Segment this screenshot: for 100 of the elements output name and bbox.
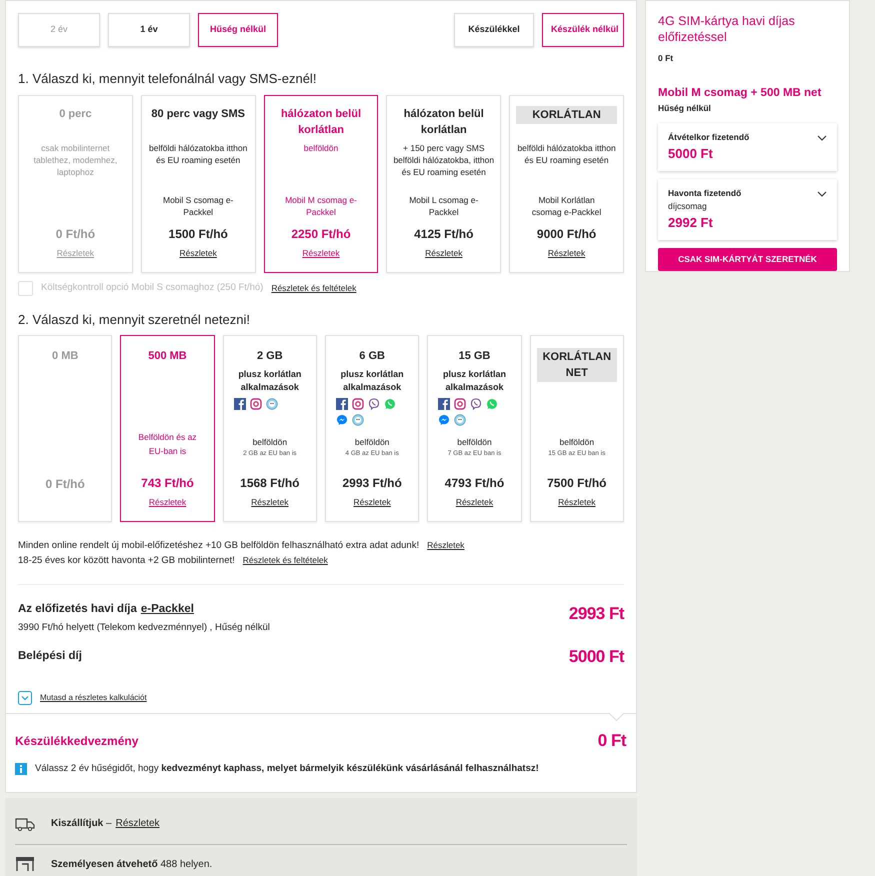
plan-region: Belföldön és az EU-ban is: [137, 431, 198, 458]
plan-description: + 150 perc vagy SMS belföldi hálózatokba, itthon és EU roaming esetén: [393, 142, 494, 180]
details-link[interactable]: Részletek: [558, 496, 596, 510]
details-link[interactable]: Részletek: [302, 246, 340, 260]
plan-title: 80 perc vagy SMS: [150, 106, 246, 122]
plan-package: Mobil Korlátlan csomag e-Packkel: [530, 194, 602, 218]
plan-subtitle: plusz korlátlan alkalmazások: [340, 368, 405, 394]
plan-title: 6 GB: [359, 349, 385, 364]
info-text: Válassz 2 év hűségidőt, hogy kedvezményt kaphass, melyet bármelyik készülékünk vásárlásánál felhasználhatsz!: [35, 762, 539, 776]
waze-icon: [454, 414, 466, 426]
contract-tab[interactable]: Hűség nélkül: [198, 13, 278, 47]
plan-price: 0 Ft/hó: [56, 226, 96, 243]
viber-icon: [470, 398, 482, 410]
details-link[interactable]: Részletek: [148, 496, 186, 510]
plan-title: 2 GB: [256, 349, 283, 364]
plan-subtitle: plusz korlátlan alkalmazások: [237, 368, 302, 394]
payment-sublabel: díjcsomag: [668, 200, 708, 213]
plan-region: belföldön: [558, 436, 596, 449]
sim-title: 4G SIM-kártya havi díjas előfizetéssel: [658, 13, 796, 45]
details-link[interactable]: Részletek: [116, 816, 160, 832]
instagram-icon: [454, 398, 466, 410]
plan-price: 743 Ft/hó: [141, 475, 194, 492]
e-pack-link[interactable]: e-Packkel: [140, 601, 194, 618]
messenger-icon: [438, 414, 450, 426]
chevron-down-icon[interactable]: [817, 191, 827, 198]
plan-title: hálózaton belül korlátlan: [280, 106, 362, 138]
contract-tab[interactable]: 1 év: [108, 13, 190, 47]
details-link[interactable]: Részletek: [427, 539, 464, 552]
plan-card[interactable]: hálózaton belül korlátlan belföldön Mobil M csomag e-Packkel 2250 Ft/hó Részletek: [264, 94, 378, 273]
plan-price: 4793 Ft/hó: [444, 475, 504, 492]
plan-price: 2250 Ft/hó: [291, 226, 351, 243]
section-heading: 2. Válaszd ki, mennyit szeretnél netezni!: [18, 312, 251, 328]
instagram-icon: [352, 398, 364, 410]
plan-title: Mobil M csomag + 500 MB net: [658, 86, 822, 101]
promo-text: 18-25 éves kor között havonta +2 GB mobilinternet!: [18, 554, 235, 568]
plan-card[interactable]: KORLÁTLAN belföldi hálózatokba itthon és EU roaming esetén Mobil Korlátlan csomag e-Packkel 9000 Ft/hó Részletek: [509, 94, 624, 273]
payment-card[interactable]: Havonta fizetendő díjcsomag 2992 Ft: [658, 179, 837, 240]
device-tab[interactable]: Készülékkel: [454, 13, 534, 47]
plan-package: Mobil L csomag e-Packkel: [408, 194, 480, 218]
details-link[interactable]: Részletek: [425, 246, 462, 260]
store-icon: [15, 857, 35, 872]
waze-icon: [352, 414, 364, 426]
promo-text: Minden online rendelt új mobil-előfizetéshez +10 GB belföldön felhasználható extra adat adunk!: [18, 538, 420, 553]
details-link[interactable]: Részletek: [456, 496, 494, 510]
plan-region: belföldön: [354, 436, 390, 449]
details-link[interactable]: Részletek: [548, 246, 586, 260]
plan-title: 500 MB: [148, 349, 187, 364]
plan-title: 15 GB: [458, 349, 490, 364]
delivery-text: Személyesen átvehető 488 helyen.: [51, 858, 212, 872]
plan-price: 0 Ft/hó: [46, 476, 85, 494]
data-plan-card[interactable]: 500 MB Belföldön és az EU-ban is 743 Ft/hó Részletek: [120, 335, 215, 522]
details-link[interactable]: Részletek: [180, 246, 217, 260]
plan-package: Mobil S csomag e-Packkel: [162, 194, 234, 218]
plan-description: belföldön: [304, 142, 338, 156]
facebook-icon: [234, 398, 246, 410]
plan-price: 2993 Ft/hó: [342, 475, 402, 492]
details-link[interactable]: Részletek: [353, 496, 391, 510]
discount-title: Készülékkedvezmény: [15, 732, 138, 750]
price-note: 3990 Ft/hó helyett (Telekom kedvezménnyel) , Hűség nélkül: [18, 621, 270, 636]
discount-amount: 0 Ft: [598, 730, 626, 752]
info-icon: [15, 762, 27, 775]
payment-amount: 5000 Ft: [668, 144, 714, 163]
details-link[interactable]: Részletek: [251, 496, 288, 510]
plan-card[interactable]: 80 perc vagy SMS belföldi hálózatokba itthon és EU roaming esetén Mobil S csomag e-Packkel 1500 Ft/hó Részletek: [140, 94, 256, 273]
section-heading: 1. Válaszd ki, mennyit telefonálnál vagy SMS-eznél!: [18, 71, 318, 87]
plan-title: 0 perc: [58, 106, 93, 122]
device-tab[interactable]: Készülék nélkül: [542, 13, 624, 47]
plan-title: KORLÁTLAN NET: [536, 348, 617, 382]
plan-subtitle: plusz korlátlan alkalmazások: [442, 368, 507, 394]
plan-price: 4125 Ft/hó: [414, 226, 474, 243]
facebook-icon: [438, 398, 450, 410]
whatsapp-icon: [384, 398, 396, 410]
sim-only-button[interactable]: CSAK SIM-KÁRTYÁT SZERETNÉK: [658, 248, 837, 272]
monthly-price: 2993 Ft: [568, 603, 624, 626]
plan-title: 0 MB: [52, 349, 78, 364]
calculation-link[interactable]: Mutasd a részletes kalkulációt: [40, 692, 147, 704]
payment-label: Átvételkor fizetendő: [668, 131, 750, 144]
plan-price: 1500 Ft/hó: [168, 226, 228, 243]
plan-region: belföldön: [252, 436, 288, 449]
chevron-down-icon[interactable]: [817, 135, 827, 141]
whatsapp-icon: [486, 398, 498, 410]
plan-description: belföldi hálózatokba itthon és EU roaming esetén: [516, 142, 617, 168]
price-label: Az előfizetés havi díja: [18, 602, 137, 618]
plan-note: Hűség nélkül: [658, 102, 712, 115]
facebook-icon: [336, 398, 348, 410]
plan-title: KORLÁTLAN: [516, 106, 617, 124]
waze-icon: [266, 398, 278, 410]
plan-card[interactable]: hálózaton belül korlátlan + 150 perc vagy SMS belföldi hálózatokba, itthon és EU roaming esetén Mobil L csomag e-Packkel 4125 Ft/hó Részletek: [386, 94, 502, 273]
entry-price: 5000 Ft: [568, 646, 624, 668]
plan-price: 9000 Ft/hó: [536, 226, 596, 243]
plan-region: belföldön: [456, 436, 493, 449]
plan-description: belföldi hálózatokba itthon és EU roaming esetén: [148, 142, 248, 168]
plan-description: csak mobilinternet tablethez, modemhez, laptophoz: [32, 142, 118, 180]
details-link[interactable]: Részletek és feltételek: [242, 554, 328, 568]
price-label: Belépési díj: [18, 648, 82, 664]
instagram-icon: [250, 398, 262, 410]
sim-price: 0 Ft: [658, 52, 674, 65]
payment-card[interactable]: Átvételkor fizetendő 5000 Ft: [658, 123, 837, 172]
option-label: Költségkontroll opció Mobil S csomaghoz (250 Ft/hó): [41, 280, 264, 295]
truck-icon: [15, 816, 35, 831]
